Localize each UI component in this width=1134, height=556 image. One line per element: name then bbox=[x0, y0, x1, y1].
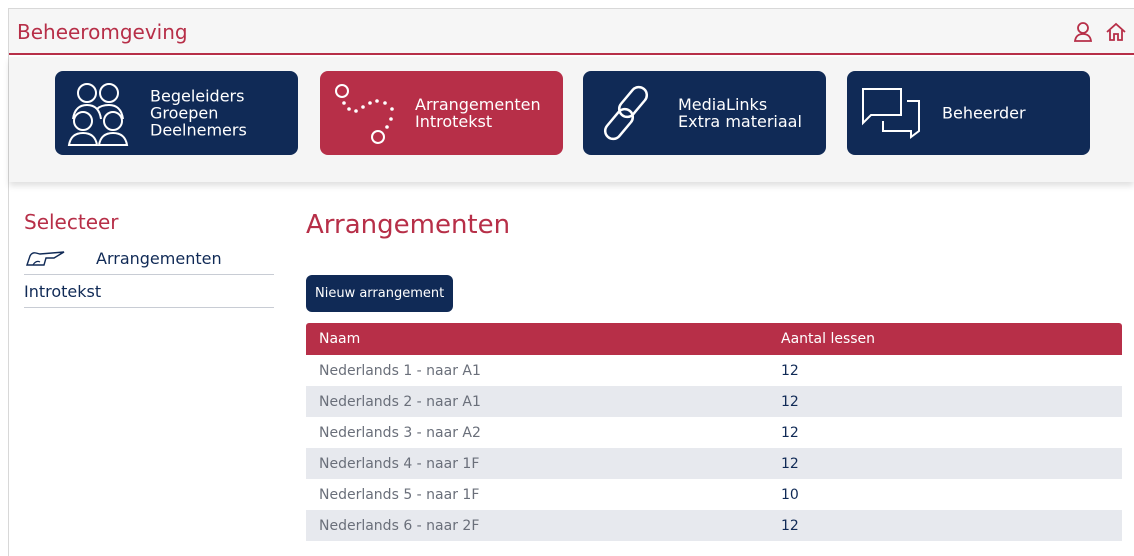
tile-medialinks[interactable]: MediaLinks Extra materiaal bbox=[583, 71, 826, 155]
group-icon bbox=[67, 83, 129, 146]
pointing-hand-icon bbox=[26, 251, 65, 266]
row-count: 12 bbox=[781, 362, 799, 379]
path-dots-icon bbox=[335, 84, 394, 144]
sidebar-item-label: Introtekst bbox=[24, 281, 102, 301]
module-tile-bar: Begeleiders Groepen Deelnemers Arrangeme… bbox=[9, 57, 1134, 182]
table-row[interactable]: Nederlands 6 - naar 2F 12 bbox=[306, 510, 1122, 541]
sidebar-item-arrangementen[interactable]: Arrangementen bbox=[24, 242, 274, 275]
table-row[interactable]: Nederlands 1 - naar A1 12 bbox=[306, 355, 1122, 386]
row-count: 12 bbox=[781, 517, 799, 534]
sidebar-item-label: Arrangementen bbox=[96, 248, 222, 268]
new-arrangement-button[interactable]: Nieuw arrangement bbox=[306, 275, 454, 312]
main-content: Arrangementen Nieuw arrangement Naam Aan… bbox=[306, 210, 1122, 541]
arrangements-table: Naam Aantal lessen Nederlands 1 - naar A… bbox=[306, 323, 1122, 541]
table-row[interactable]: Nederlands 5 - naar 1F 10 bbox=[306, 479, 1122, 510]
table-row[interactable]: Nederlands 2 - naar A1 12 bbox=[306, 386, 1122, 417]
row-count: 12 bbox=[781, 424, 799, 441]
row-name: Nederlands 6 - naar 2F bbox=[319, 517, 480, 534]
top-bar: Beheeromgeving bbox=[9, 9, 1134, 55]
sidebar-title: Selecteer bbox=[24, 210, 119, 234]
tile-label: Begeleiders Groepen Deelnemers bbox=[150, 86, 247, 140]
column-header-aantal-lessen[interactable]: Aantal lessen bbox=[781, 331, 1122, 347]
page-title: Arrangementen bbox=[306, 210, 511, 240]
table-header: Naam Aantal lessen bbox=[306, 323, 1122, 355]
tile-arrangementen[interactable]: Arrangementen Introtekst bbox=[320, 71, 563, 155]
sidebar-item-introtekst[interactable]: Introtekst bbox=[24, 275, 274, 308]
column-header-naam[interactable]: Naam bbox=[306, 331, 781, 347]
row-count: 12 bbox=[781, 455, 799, 472]
row-count: 12 bbox=[781, 393, 799, 410]
sidebar: Selecteer Arrangementen Introtekst bbox=[24, 210, 274, 308]
table-row[interactable]: Nederlands 4 - naar 1F 12 bbox=[306, 448, 1122, 479]
tile-label: MediaLinks Extra materiaal bbox=[678, 95, 802, 131]
tile-label: Arrangementen Introtekst bbox=[415, 95, 541, 131]
link-icon bbox=[603, 85, 649, 141]
row-name: Nederlands 5 - naar 1F bbox=[319, 486, 480, 503]
row-name: Nederlands 2 - naar A1 bbox=[319, 393, 481, 410]
row-count: 10 bbox=[781, 486, 799, 503]
home-icon[interactable] bbox=[1105, 21, 1127, 43]
row-name: Nederlands 3 - naar A2 bbox=[319, 424, 481, 441]
tile-beheerder[interactable]: Beheerder bbox=[847, 71, 1090, 155]
row-name: Nederlands 4 - naar 1F bbox=[319, 455, 480, 472]
user-icon[interactable] bbox=[1072, 21, 1094, 43]
app-title: Beheeromgeving bbox=[17, 20, 188, 44]
row-name: Nederlands 1 - naar A1 bbox=[319, 362, 481, 379]
chat-icon bbox=[862, 88, 920, 139]
table-row[interactable]: Nederlands 3 - naar A2 12 bbox=[306, 417, 1122, 448]
tile-begeleiders[interactable]: Begeleiders Groepen Deelnemers bbox=[55, 71, 298, 155]
tile-label: Beheerder bbox=[942, 103, 1026, 123]
